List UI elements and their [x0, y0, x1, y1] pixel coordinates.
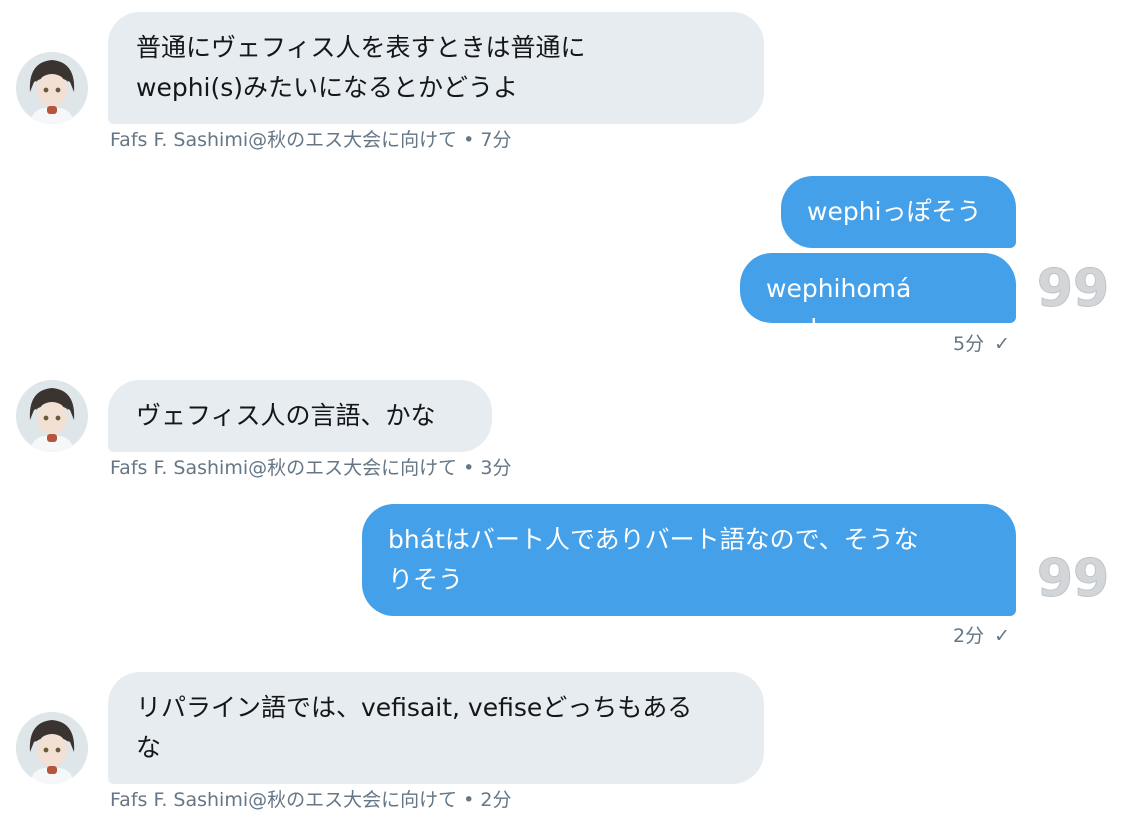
message-bubble-incoming: 普通にヴェフィス人を表すときは普通に wephi(s)みたいになるとかどうよ [108, 12, 764, 124]
avatar[interactable] [16, 380, 88, 452]
read-receipt-icon: 99 [1036, 258, 1110, 320]
avatar-image [16, 712, 88, 784]
avatar-image [16, 380, 88, 452]
sent-check-icon: ✓ [994, 333, 1010, 355]
message-meta: Fafs F. Sashimi@秋のエス大会に向けて • 7分 [110, 129, 512, 151]
message-meta: Fafs F. Sashimi@秋のエス大会に向けて • 2分 [110, 789, 512, 811]
message-bubble-outgoing: wephihomá zepha [740, 253, 1016, 343]
svg-text:99: 99 [1037, 549, 1109, 608]
message-meta: Fafs F. Sashimi@秋のエス大会に向けて • 3分 [110, 457, 512, 479]
message-bubble-outgoing: wephiっぽそう [781, 176, 1016, 248]
sent-check-icon: ✓ [994, 625, 1010, 647]
message-bubble-incoming: リパライン語では、vefisait, vefiseどっちもある な [108, 672, 764, 784]
read-receipt-icon: 99 [1036, 548, 1110, 610]
message-status: 5分 ✓ [900, 332, 1010, 356]
svg-text:99: 99 [1037, 259, 1109, 318]
message-status: 2分 ✓ [900, 624, 1010, 648]
message-bubble-outgoing: bhátはバート人でありバート語なので、そうな りそう [362, 504, 1016, 616]
message-bubble-incoming: ヴェフィス人の言語、かな [108, 380, 492, 452]
message-time: 2分 [952, 625, 985, 647]
message-time: 5分 [952, 333, 985, 355]
avatar-image [16, 52, 88, 124]
avatar[interactable] [16, 712, 88, 784]
avatar[interactable] [16, 52, 88, 124]
